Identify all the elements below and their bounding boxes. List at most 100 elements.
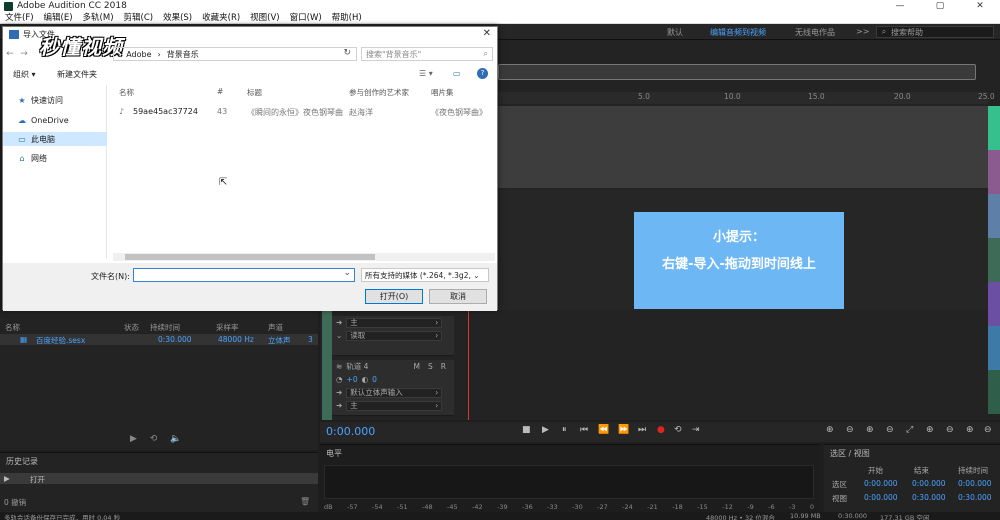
play-icon[interactable]: ▶ — [542, 425, 549, 435]
history-item[interactable]: ▶ 打开 — [0, 473, 318, 484]
help-search-input[interactable]: ⌕ 搜索帮助 — [876, 26, 994, 38]
menu-favorites[interactable]: 收藏夹(R) — [197, 12, 245, 24]
track4-volume[interactable]: +0 — [347, 375, 358, 384]
zoom-out-point-icon[interactable]: ⊖ — [946, 425, 954, 435]
filetype-select[interactable]: 所有支持的媒体 (*.264, *.3g2, ⌄ — [361, 268, 489, 282]
automation-mode-select[interactable]: 读取 › — [346, 330, 443, 341]
col-duration[interactable]: 持续时间 — [150, 322, 180, 333]
trash-icon[interactable]: 🗑 — [300, 497, 310, 506]
file-row[interactable]: ▦ 百度经验.sesx 0:30.000 48000 Hz 立体声 3 — [0, 334, 318, 345]
sel-end-value[interactable]: 0:00.000 — [912, 479, 946, 488]
view-duration-value[interactable]: 0:30.000 — [958, 493, 992, 502]
breadcrumb-music[interactable]: 背景音乐 — [164, 49, 202, 60]
organize-button[interactable]: 组织 ▾ — [13, 69, 36, 80]
stop-icon[interactable]: ■ — [522, 425, 531, 435]
speaker-icon[interactable]: 🔈 — [170, 434, 181, 444]
help-button[interactable]: ? — [477, 68, 488, 79]
nav-onedrive[interactable]: ☁ OneDrive — [3, 113, 107, 127]
nav-quick-access[interactable]: ★ 快速访问 — [3, 93, 107, 107]
zoom-out-time-icon[interactable]: ⊖ — [886, 425, 894, 435]
new-folder-button[interactable]: 新建文件夹 — [57, 69, 97, 80]
track4-name[interactable]: 轨道 4 — [346, 361, 368, 372]
menu-clip[interactable]: 剪辑(C) — [119, 12, 159, 24]
col-samplerate[interactable]: 采样率 — [216, 322, 239, 333]
col-artist[interactable]: 参与创作的艺术家 — [349, 87, 409, 98]
workspace-default[interactable]: 默认 — [667, 27, 683, 38]
video-track-area[interactable] — [498, 106, 988, 188]
workspace-edit-video[interactable]: 编辑音频到视频 — [710, 27, 766, 38]
col-name[interactable]: 名称 — [5, 322, 20, 333]
record-arm-button[interactable]: R — [441, 362, 446, 371]
scrollbar-thumb[interactable] — [125, 254, 375, 260]
timeline-ruler[interactable]: 5.0 10.0 15.0 20.0 25.0 — [498, 92, 995, 104]
current-time[interactable]: 0:00.000 — [326, 425, 375, 438]
cancel-button[interactable]: 取消 — [429, 289, 487, 304]
view-start-value[interactable]: 0:00.000 — [864, 493, 898, 502]
track4-output-select[interactable]: 主 › — [346, 400, 443, 411]
nav-this-pc[interactable]: ▭ 此电脑 — [3, 132, 107, 146]
sel-duration-value[interactable]: 0:00.000 — [958, 479, 992, 488]
record-icon[interactable]: ● — [657, 425, 665, 435]
rewind-icon[interactable]: ⏪ — [598, 425, 609, 435]
workspace-radio[interactable]: 无线电作品 — [795, 27, 835, 38]
breadcrumb-adobe[interactable]: Adobe — [123, 50, 154, 59]
col-album[interactable]: 唱片集 — [431, 87, 454, 98]
workspace-more[interactable]: >> — [856, 27, 869, 36]
menu-file[interactable]: 文件(F) — [0, 12, 39, 24]
file-list-hscrollbar[interactable] — [113, 253, 495, 261]
preview-pane-icon[interactable]: ▭ — [453, 69, 461, 78]
menu-multitrack[interactable]: 多轨(M) — [78, 12, 119, 24]
maximize-button[interactable]: ▢ — [920, 0, 960, 12]
loop-icon[interactable]: ⟲ — [674, 425, 682, 435]
level-tick: dB — [324, 503, 333, 511]
open-button[interactable]: 打开(O) — [365, 289, 423, 304]
view-end-value[interactable]: 0:30.000 — [912, 493, 946, 502]
zoom-navigator-bar[interactable] — [498, 64, 976, 80]
track4-input-select[interactable]: 默认立体声输入 › — [346, 387, 443, 398]
skip-to-start-icon[interactable]: ⏮ — [580, 425, 588, 435]
col-status[interactable]: 状态 — [124, 322, 139, 333]
zoom-in-time-icon[interactable]: ⊕ — [866, 425, 874, 435]
zoom-full-icon[interactable]: ⤢ — [906, 425, 913, 435]
menu-edit[interactable]: 编辑(E) — [39, 12, 78, 24]
mute-button[interactable]: M — [414, 362, 420, 371]
track4-name-row: ≋ 轨道 4 M S R — [332, 360, 454, 373]
zoom-out-amplitude-icon[interactable]: ⊖ — [846, 425, 854, 435]
close-window-button[interactable]: ✕ — [960, 0, 1000, 12]
zoom-in-point-icon[interactable]: ⊕ — [926, 425, 934, 435]
col-channels[interactable]: 声道 — [268, 322, 283, 333]
level-tick: -27 — [597, 503, 608, 511]
col-name[interactable]: 名称 — [119, 87, 134, 98]
filename-input[interactable] — [133, 268, 355, 282]
sel-start-value[interactable]: 0:00.000 — [864, 479, 898, 488]
solo-button[interactable]: S — [428, 362, 433, 371]
view-options-icon[interactable]: ☰ ▾ — [419, 69, 433, 78]
file-row-icon: ▦ — [20, 335, 28, 344]
menu-effects[interactable]: 效果(S) — [158, 12, 197, 24]
address-bar[interactable]: › Adobe › 背景音乐 ↻ — [113, 47, 357, 61]
menu-view[interactable]: 视图(V) — [245, 12, 284, 24]
zoom-in-amplitude-icon[interactable]: ⊕ — [826, 425, 834, 435]
track4-pan[interactable]: 0 — [372, 375, 377, 384]
col-title[interactable]: 标题 — [247, 87, 262, 98]
fast-forward-icon[interactable]: ⏩ — [618, 425, 629, 435]
forward-arrow-icon[interactable]: → — [17, 49, 31, 59]
skip-selection-icon[interactable]: ⇥ — [692, 425, 700, 435]
dialog-close-button[interactable]: ✕ — [483, 28, 491, 39]
back-arrow-icon[interactable]: ← — [3, 49, 17, 59]
dialog-search-input[interactable]: 搜索"背景音乐" ⌕ — [361, 47, 493, 61]
minimize-button[interactable]: — — [880, 0, 920, 12]
col-number[interactable]: # — [217, 87, 223, 96]
refresh-icon[interactable]: ↻ — [340, 48, 354, 58]
menu-window[interactable]: 窗口(W) — [285, 12, 327, 24]
loop-icon[interactable]: ⟲ — [150, 434, 158, 444]
skip-to-end-icon[interactable]: ⏭ — [638, 425, 646, 435]
track-output-select[interactable]: 主 › — [346, 317, 443, 328]
play-icon[interactable]: ▶ — [130, 434, 137, 444]
zoom-out-full-icon[interactable]: ⊖ — [984, 425, 992, 435]
nav-network[interactable]: ⌂ 网络 — [3, 151, 107, 165]
level-tick: -33 — [547, 503, 558, 511]
menu-help[interactable]: 帮助(H) — [327, 12, 367, 24]
pause-icon[interactable]: ⏸ — [562, 425, 567, 435]
zoom-selection-icon[interactable]: ⊕ — [966, 425, 974, 435]
